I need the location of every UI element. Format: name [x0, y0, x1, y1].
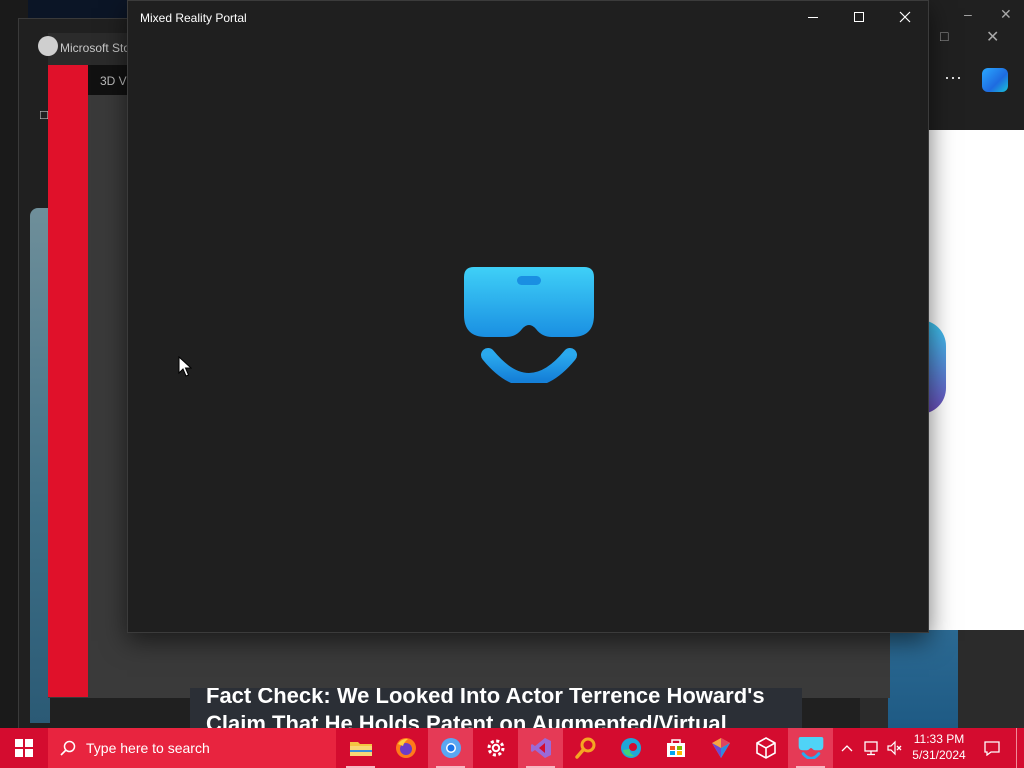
taskbar-app-paint-3d[interactable] [698, 728, 743, 768]
news-headline-line-1: Fact Check: We Looked Into Actor Terrenc… [206, 688, 765, 708]
visual-studio-icon [530, 738, 551, 758]
mixed-reality-portal-icon [798, 737, 823, 759]
paint-3d-icon [711, 738, 730, 758]
taskbar-app-firefox[interactable] [383, 728, 428, 768]
maximize-button[interactable] [836, 1, 882, 33]
store-hero-banner [48, 65, 88, 697]
close-icon[interactable]: ✕ [1000, 6, 1012, 23]
taskbar-clock[interactable]: 11:33 PM 5/31/2024 [906, 731, 972, 763]
close-icon[interactable]: ✕ [986, 27, 999, 47]
chrome-icon [440, 738, 461, 758]
copilot-icon[interactable] [982, 68, 1008, 92]
close-button[interactable] [882, 1, 928, 33]
firefox-icon [395, 738, 416, 758]
taskbar-app-chrome[interactable] [428, 728, 473, 768]
windows-logo-icon [15, 739, 33, 757]
volume-muted-icon [887, 740, 902, 756]
mixed-reality-portal-window[interactable]: Mixed Reality Portal [127, 0, 929, 633]
library-icon[interactable]: □ [40, 107, 48, 122]
window-title: Mixed Reality Portal [140, 11, 247, 25]
maximize-icon [854, 12, 864, 22]
taskbar-app-settings[interactable] [473, 728, 518, 768]
minimize-icon[interactable]: – [964, 6, 972, 22]
volume-button[interactable] [884, 728, 906, 768]
news-headline: Fact Check: We Looked Into Actor Terrenc… [206, 688, 765, 728]
search-placeholder: Type here to search [86, 740, 210, 756]
taskbar-app-3d-viewer[interactable] [743, 728, 788, 768]
more-options-icon[interactable]: ⋯ [944, 68, 962, 89]
mouse-cursor-icon [178, 356, 192, 377]
close-icon [899, 11, 911, 23]
clock-time: 11:33 PM [913, 732, 965, 746]
action-center-button[interactable] [978, 728, 1006, 768]
edge-icon [620, 738, 641, 758]
show-hidden-icons-button[interactable] [838, 728, 856, 768]
minimize-button[interactable] [790, 1, 836, 33]
window-titlebar[interactable]: Mixed Reality Portal [128, 1, 928, 33]
avatar[interactable] [38, 36, 58, 56]
desktop: – ✕ □ ✕ ⋯ ▣ ⤢ Microsoft Store 3D Viewer … [0, 0, 1024, 728]
chevron-up-icon [841, 745, 853, 752]
maximize-icon[interactable]: □ [940, 28, 948, 44]
taskbar-app-search[interactable] [563, 728, 608, 768]
file-explorer-icon [349, 742, 372, 756]
news-card[interactable]: Fact Check: We Looked Into Actor Terrenc… [190, 688, 802, 728]
settings-icon [487, 739, 504, 757]
microsoft-store-icon [666, 739, 685, 757]
clock-date: 5/31/2024 [912, 748, 966, 762]
taskbar-search-box[interactable]: Type here to search [48, 728, 336, 768]
notification-icon [984, 741, 1000, 756]
show-desktop-button[interactable] [1016, 728, 1024, 768]
mixed-reality-logo [464, 267, 594, 383]
minimize-icon [808, 17, 818, 18]
network-status-button[interactable] [860, 728, 882, 768]
3d-viewer-icon [755, 737, 776, 759]
taskbar-app-microsoft-store[interactable] [653, 728, 698, 768]
taskbar: Type here to search 11:33 PM 5/31/2024 [0, 728, 1024, 768]
background-image [888, 630, 958, 728]
start-button[interactable] [0, 728, 48, 768]
news-headline-line-2: Claim That He Holds Patent on Augmented/… [206, 711, 727, 728]
background-image [30, 208, 50, 723]
taskbar-app-edge[interactable] [608, 728, 653, 768]
search-app-icon [574, 737, 595, 759]
network-icon [864, 741, 878, 756]
taskbar-app-file-explorer[interactable] [338, 728, 383, 768]
taskbar-app-visual-studio[interactable] [518, 728, 563, 768]
search-icon [60, 740, 76, 756]
taskbar-app-mixed-reality-portal[interactable] [788, 728, 833, 768]
